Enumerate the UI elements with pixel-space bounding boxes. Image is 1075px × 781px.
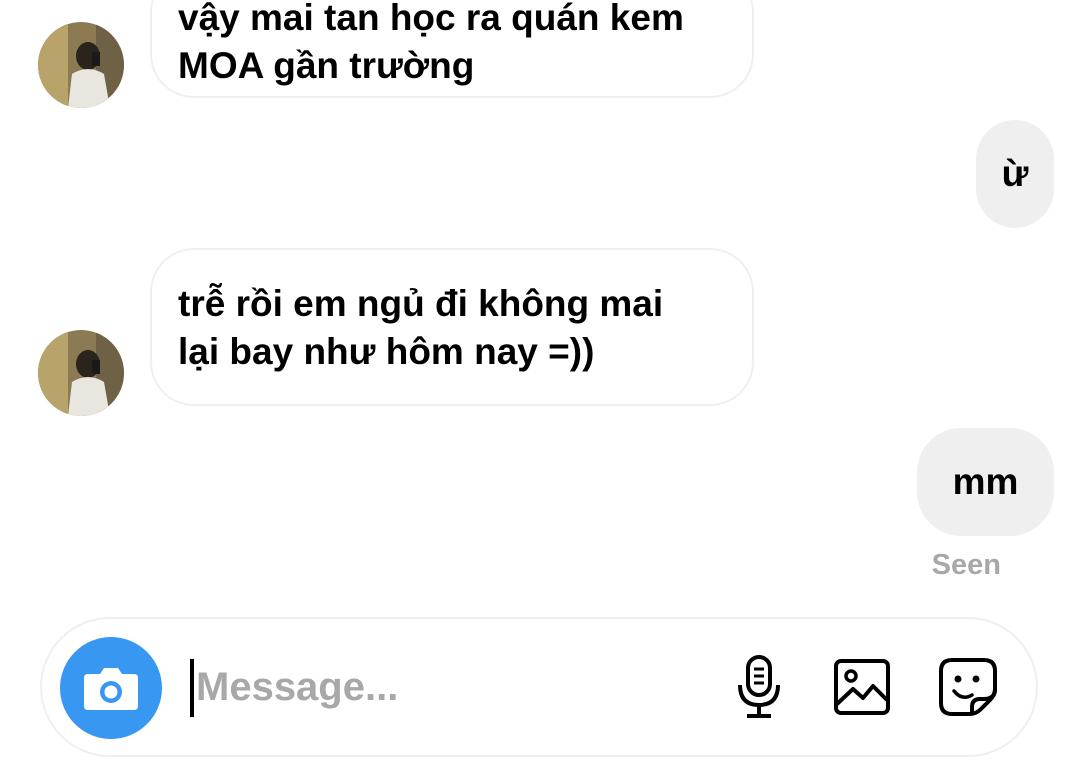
gallery-icon (834, 659, 890, 715)
message-line: lại bay như hôm nay =)) (178, 331, 595, 372)
message-text: ừ (1001, 153, 1029, 194)
outgoing-message-bubble[interactable]: ừ (976, 120, 1054, 228)
incoming-message-bubble[interactable]: vậy mai tan học ra quán kem MOA gần trườ… (150, 0, 754, 98)
chat-screen: vậy mai tan học ra quán kem MOA gần trườ… (0, 0, 1075, 781)
incoming-message-bubble[interactable]: trễ rồi em ngủ đi không mai lại bay như … (150, 248, 754, 406)
message-text: mm (952, 461, 1019, 502)
message-line: vậy mai tan học ra quán kem (178, 0, 684, 38)
message-input[interactable] (190, 655, 696, 719)
microphone-icon (738, 655, 780, 718)
camera-icon (84, 668, 138, 710)
contact-avatar[interactable] (38, 22, 124, 108)
voice-message-button[interactable] (727, 655, 791, 719)
message-line: trễ rồi em ngủ đi không mai (178, 283, 664, 324)
message-composer (40, 617, 1038, 757)
message-line: MOA gần trường (178, 45, 475, 86)
text-cursor (190, 659, 194, 717)
sticker-icon (939, 658, 997, 716)
camera-button[interactable] (60, 637, 162, 739)
outgoing-message-bubble[interactable]: mm (917, 428, 1054, 536)
seen-status: Seen (931, 549, 1001, 581)
gallery-button[interactable] (830, 655, 894, 719)
sticker-button[interactable] (936, 655, 1000, 719)
contact-avatar[interactable] (38, 330, 124, 416)
